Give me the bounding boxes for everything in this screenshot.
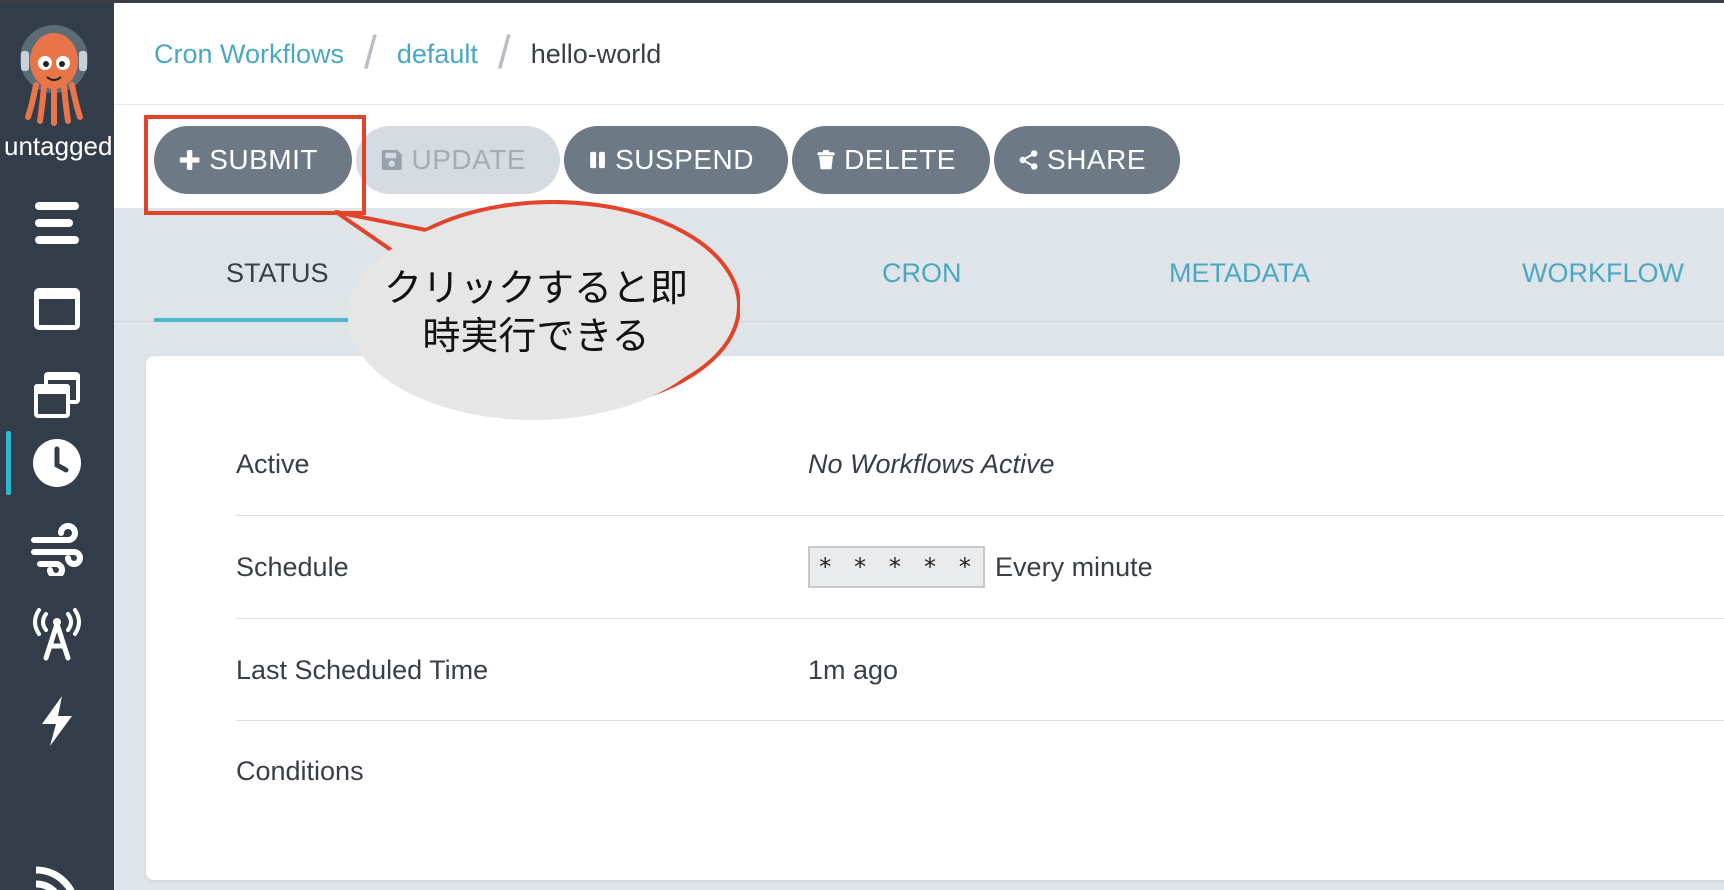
trash-icon [817, 149, 835, 170]
suspend-button-label: SUSPEND [615, 144, 754, 175]
breadcrumb-separator: / [364, 26, 377, 78]
schedule-value: * * * * * Every minute [808, 516, 1153, 618]
delete-button[interactable]: DELETE [792, 126, 990, 194]
nav-item-feed[interactable] [0, 849, 114, 890]
menu-icon [35, 202, 79, 244]
tab-metadata[interactable]: METADATA [1169, 258, 1310, 289]
save-icon [381, 150, 402, 170]
status-row-label: Schedule [236, 552, 349, 582]
signal-icon [35, 866, 75, 890]
breadcrumb-cron-workflows[interactable]: Cron Workflows [154, 39, 344, 70]
share-button-label: SHARE [1047, 144, 1146, 175]
wind-icon [31, 523, 83, 576]
namespace-label: untagged [4, 131, 113, 161]
breadcrumb-namespace[interactable]: default [397, 39, 478, 70]
window-icon [34, 288, 80, 330]
status-row-last-scheduled: Last Scheduled Time 1m ago [236, 619, 1724, 721]
annotation-line-1: クリックすると即 [383, 266, 688, 310]
pause-icon [590, 151, 605, 169]
update-button-label: UPDATE [411, 144, 526, 175]
header-divider [114, 104, 1724, 105]
annotation-line-2: 時実行できる [422, 314, 650, 358]
stacked-windows-icon [34, 372, 80, 418]
antenna-icon [33, 608, 81, 661]
schedule-description: Every minute [995, 551, 1153, 582]
nav-item-cron-workflows[interactable] [0, 423, 114, 503]
breadcrumb-current: hello-world [530, 38, 662, 69]
nav-item-menu[interactable] [0, 183, 114, 263]
status-row-label: Active [236, 449, 310, 479]
tab-cron[interactable]: CRON [882, 258, 962, 289]
status-row-conditions: Conditions [236, 720, 1724, 822]
annotation-text: クリックすると即 時実行できる [346, 264, 726, 360]
status-row-value: 1m ago [808, 654, 899, 685]
nav-item-event-flow[interactable] [0, 509, 114, 589]
suspend-button[interactable]: SUSPEND [564, 126, 788, 194]
breadcrumb: Cron Workflows / default / hello-world [154, 26, 662, 78]
window-top-border [0, 0, 1724, 3]
share-icon [1019, 150, 1038, 170]
lightning-icon [42, 696, 72, 746]
tab-workflow[interactable]: WORKFLOW [1522, 258, 1684, 289]
cron-expression: * * * * * [808, 546, 986, 588]
status-row-label: Conditions [236, 756, 364, 786]
status-row-schedule: Schedule * * * * * Every minute [236, 516, 1724, 618]
status-row-label: Last Scheduled Time [236, 655, 489, 685]
sidebar: untagged [0, 3, 114, 890]
delete-button-label: DELETE [844, 144, 956, 175]
nav-item-workflow-templates[interactable] [0, 269, 114, 349]
update-button[interactable]: UPDATE [356, 126, 560, 194]
clock-icon [33, 439, 81, 487]
status-row-value: No Workflows Active [808, 448, 1055, 479]
nav-item-event-sources[interactable] [0, 595, 114, 675]
breadcrumb-separator: / [497, 26, 511, 78]
argo-logo-icon[interactable] [14, 21, 94, 129]
share-button[interactable]: SHARE [994, 126, 1180, 194]
nav-item-sensors[interactable] [0, 681, 114, 761]
